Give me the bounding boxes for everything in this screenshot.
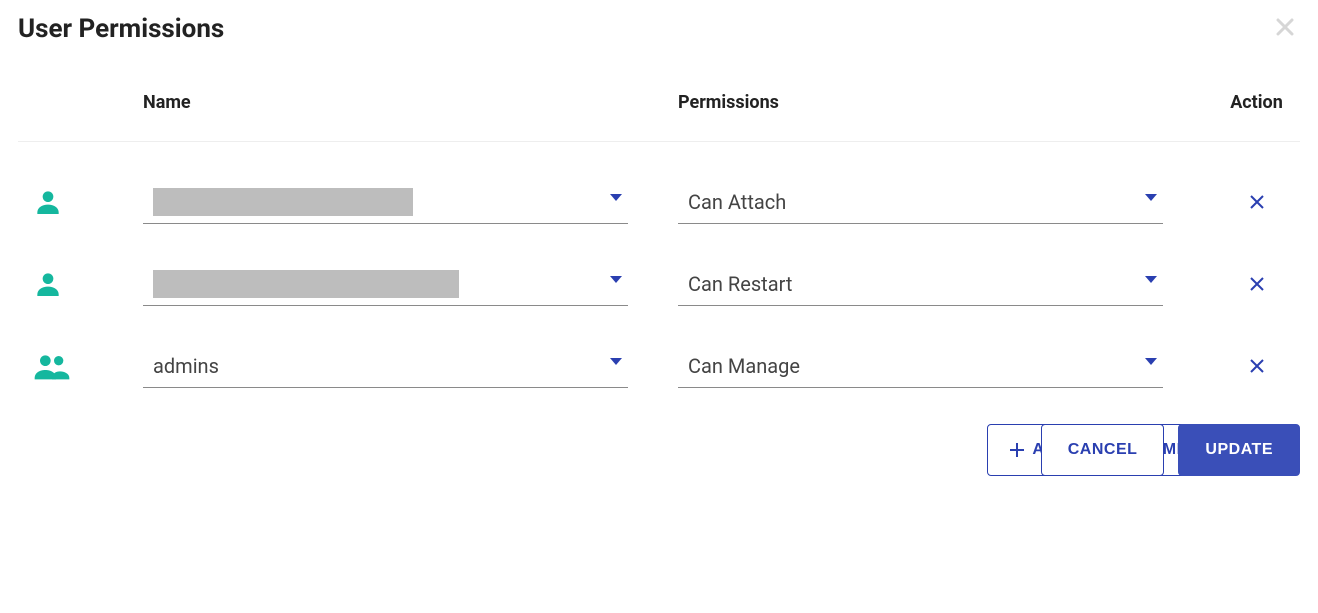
- permission-value: Can Restart: [678, 272, 792, 296]
- group-icon: [32, 350, 72, 382]
- permission-value: Can Attach: [678, 190, 786, 214]
- name-dropdown[interactable]: [143, 262, 628, 306]
- chevron-down-icon: [610, 276, 622, 284]
- row-icon-cell: [18, 350, 143, 382]
- action-cell: [1213, 353, 1300, 379]
- person-icon: [32, 186, 64, 218]
- table-header: Name Permissions Action: [18, 92, 1300, 142]
- row-icon-cell: [18, 186, 143, 218]
- name-dropdown[interactable]: [143, 180, 628, 224]
- modal-footer: CANCEL UPDATE: [1041, 424, 1300, 476]
- chevron-down-icon: [610, 194, 622, 202]
- table-row: Can Restart: [18, 224, 1300, 306]
- row-icon-cell: [18, 268, 143, 300]
- name-cell: [143, 262, 678, 306]
- user-permissions-modal: User Permissions Name Permissions Action: [0, 0, 1318, 494]
- remove-row-button[interactable]: [1244, 353, 1270, 379]
- name-value: admins: [143, 354, 219, 378]
- header-action: Action: [1213, 92, 1300, 113]
- permission-cell: Can Attach: [678, 180, 1213, 224]
- chevron-down-icon: [610, 358, 622, 366]
- permission-cell: Can Restart: [678, 262, 1213, 306]
- name-dropdown[interactable]: admins: [143, 344, 628, 388]
- plus-icon: [1010, 443, 1024, 457]
- permission-cell: Can Manage: [678, 344, 1213, 388]
- close-icon[interactable]: [1276, 18, 1294, 36]
- table-row: admins Can Manage: [18, 306, 1300, 388]
- permission-dropdown[interactable]: Can Restart: [678, 262, 1163, 306]
- remove-row-button[interactable]: [1244, 271, 1270, 297]
- header-name: Name: [143, 92, 678, 113]
- modal-title: User Permissions: [18, 14, 1300, 44]
- permission-dropdown[interactable]: Can Manage: [678, 344, 1163, 388]
- person-icon: [32, 268, 64, 300]
- redacted-name: [153, 270, 459, 298]
- action-cell: [1213, 271, 1300, 297]
- update-button[interactable]: UPDATE: [1178, 424, 1300, 476]
- permission-value: Can Manage: [678, 354, 800, 378]
- chevron-down-icon: [1145, 276, 1157, 284]
- chevron-down-icon: [1145, 358, 1157, 366]
- cancel-button[interactable]: CANCEL: [1041, 424, 1165, 476]
- permission-dropdown[interactable]: Can Attach: [678, 180, 1163, 224]
- redacted-name: [153, 188, 413, 216]
- permissions-table: Name Permissions Action C: [18, 92, 1300, 388]
- action-cell: [1213, 189, 1300, 215]
- table-row: Can Attach: [18, 142, 1300, 224]
- remove-row-button[interactable]: [1244, 189, 1270, 215]
- name-cell: [143, 180, 678, 224]
- header-permissions: Permissions: [678, 92, 1213, 113]
- chevron-down-icon: [1145, 194, 1157, 202]
- name-cell: admins: [143, 344, 678, 388]
